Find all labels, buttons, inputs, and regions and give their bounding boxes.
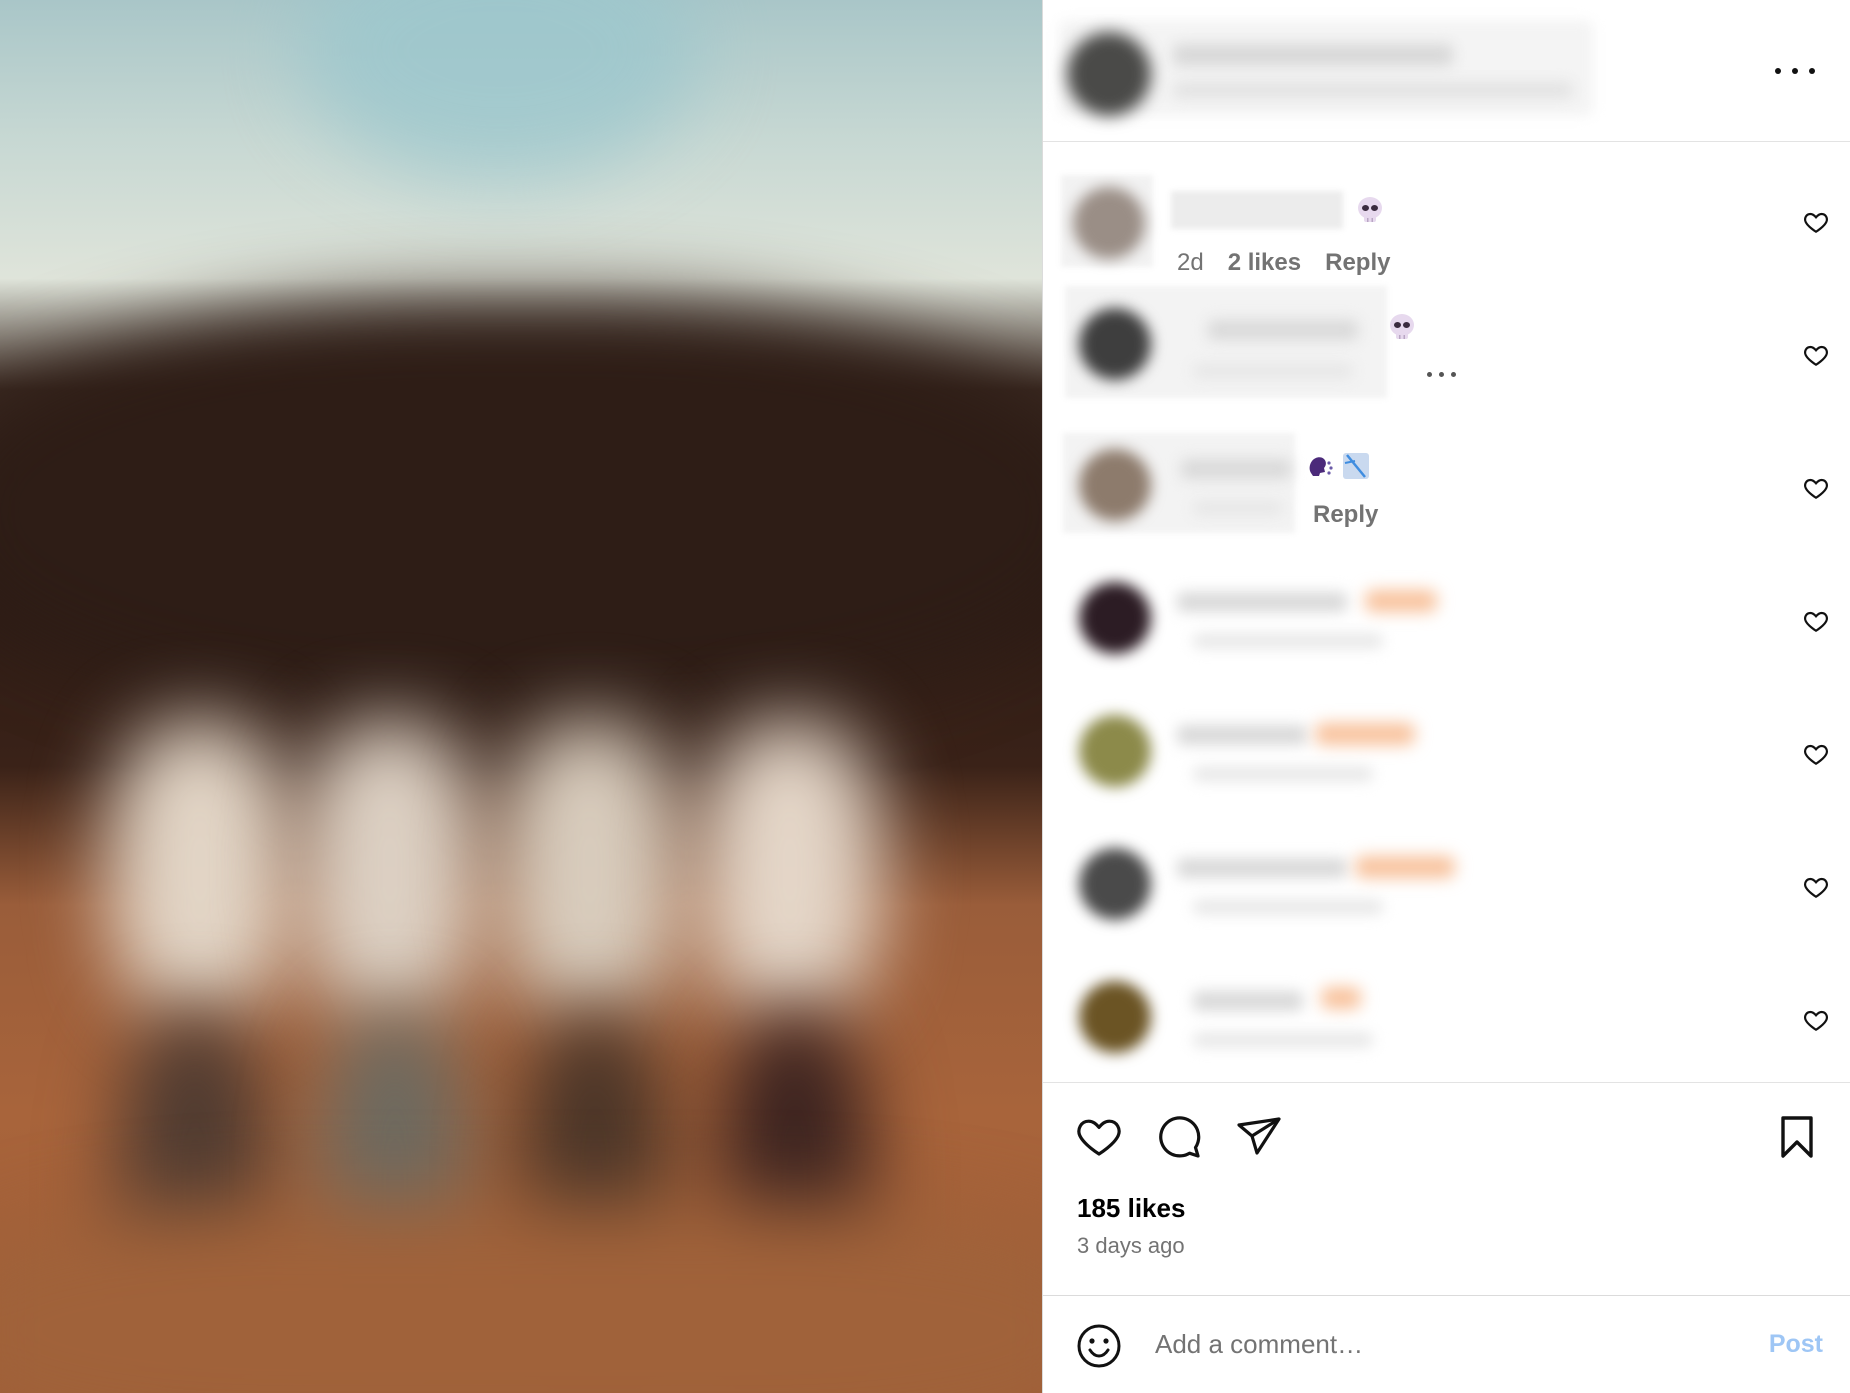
post-dialog: 2d 2 likes Reply Reply 185 likes 3 days …: [0, 0, 1850, 1393]
comment-item: Reply: [1043, 419, 1850, 552]
meta-redacted: [1193, 501, 1283, 515]
likes-count[interactable]: 185 likes: [1077, 1193, 1185, 1224]
comment-item: [1043, 552, 1850, 685]
map-emoji-icon: [1343, 453, 1369, 479]
avatar[interactable]: [1079, 981, 1151, 1053]
speaking-head-emoji-icon: [1309, 457, 1333, 476]
like-comment-heart-icon[interactable]: [1803, 741, 1829, 767]
avatar[interactable]: [1079, 449, 1151, 521]
meta-redacted: [1193, 1033, 1373, 1047]
meta-redacted: [1193, 634, 1383, 648]
comment-input[interactable]: [1155, 1320, 1715, 1368]
skull-emoji-icon: [1390, 314, 1414, 339]
media-blur-region: [300, 0, 700, 180]
post-media-image[interactable]: [0, 0, 1042, 1393]
like-comment-heart-icon[interactable]: [1803, 1007, 1829, 1033]
heart-icon[interactable]: [1075, 1113, 1123, 1161]
post-timestamp[interactable]: 3 days ago: [1077, 1233, 1185, 1259]
comment-icon[interactable]: [1155, 1113, 1203, 1161]
post-side-panel: 2d 2 likes Reply Reply 185 likes 3 days …: [1042, 0, 1850, 1393]
skull-emoji-icon: [1358, 197, 1382, 222]
username-redacted[interactable]: [1193, 991, 1303, 1011]
username-redacted[interactable]: [1177, 592, 1347, 612]
reply-button[interactable]: Reply: [1313, 501, 1378, 529]
post-comment-button[interactable]: Post: [1769, 1330, 1823, 1359]
like-comment-heart-icon[interactable]: [1803, 209, 1829, 235]
like-comment-heart-icon[interactable]: [1803, 342, 1829, 368]
avatar[interactable]: [1079, 582, 1151, 654]
reply-button[interactable]: Reply: [1325, 249, 1390, 277]
username-redacted[interactable]: [1181, 459, 1291, 479]
like-comment-heart-icon[interactable]: [1803, 475, 1829, 501]
comment-meta: Reply: [1313, 501, 1378, 529]
bookmark-icon[interactable]: [1773, 1113, 1821, 1161]
author-avatar[interactable]: [1067, 32, 1151, 116]
more-options-button[interactable]: [1775, 58, 1815, 84]
like-comment-heart-icon[interactable]: [1803, 874, 1829, 900]
dot-icon: [1451, 372, 1456, 377]
post-header: [1043, 0, 1850, 142]
more-comment-options-button[interactable]: [1427, 372, 1456, 377]
emoji-redacted: [1355, 856, 1455, 878]
comment-meta: 2d 2 likes Reply: [1177, 249, 1390, 277]
username-redacted[interactable]: [1177, 725, 1307, 745]
avatar[interactable]: [1079, 848, 1151, 920]
emoji-redacted: [1365, 590, 1437, 612]
media-blur-region: [700, 720, 880, 1020]
author-subtitle-redacted: [1173, 82, 1573, 98]
meta-redacted: [1193, 364, 1353, 378]
post-actions: 185 likes 3 days ago: [1043, 1082, 1850, 1294]
author-name-redacted[interactable]: [1173, 44, 1453, 66]
like-comment-heart-icon[interactable]: [1803, 608, 1829, 634]
avatar[interactable]: [1079, 308, 1151, 380]
media-blur-region: [500, 720, 680, 1020]
dot-icon: [1792, 68, 1798, 74]
emoji-smile-icon[interactable]: [1075, 1322, 1123, 1370]
comment-item: [1043, 685, 1850, 818]
avatar[interactable]: [1079, 715, 1151, 787]
dot-icon: [1809, 68, 1815, 74]
username-redacted[interactable]: [1177, 858, 1347, 878]
media-blur-region: [0, 300, 1042, 720]
meta-redacted: [1193, 900, 1383, 914]
avatar[interactable]: [1073, 187, 1145, 259]
username-redacted[interactable]: [1208, 320, 1358, 340]
dot-icon: [1427, 372, 1432, 377]
emoji-redacted: [1315, 723, 1415, 745]
comment-likes[interactable]: 2 likes: [1228, 249, 1301, 277]
comment-item: [1043, 286, 1850, 419]
comment-time[interactable]: 2d: [1177, 249, 1204, 277]
media-blur-region: [0, 1200, 1042, 1393]
meta-redacted: [1193, 767, 1373, 781]
comment-item: [1043, 951, 1850, 1083]
share-icon[interactable]: [1235, 1113, 1283, 1161]
media-blur-region: [110, 720, 290, 1020]
emoji-redacted: [1321, 987, 1361, 1009]
comments-list[interactable]: 2d 2 likes Reply Reply: [1043, 143, 1850, 1083]
dot-icon: [1439, 372, 1444, 377]
comment-item: 2d 2 likes Reply: [1043, 153, 1850, 286]
dot-icon: [1775, 68, 1781, 74]
media-blur-region: [300, 720, 480, 1020]
comment-item: [1043, 818, 1850, 951]
comment-text-redaction: [1171, 191, 1343, 229]
comment-composer: Post: [1043, 1295, 1850, 1393]
